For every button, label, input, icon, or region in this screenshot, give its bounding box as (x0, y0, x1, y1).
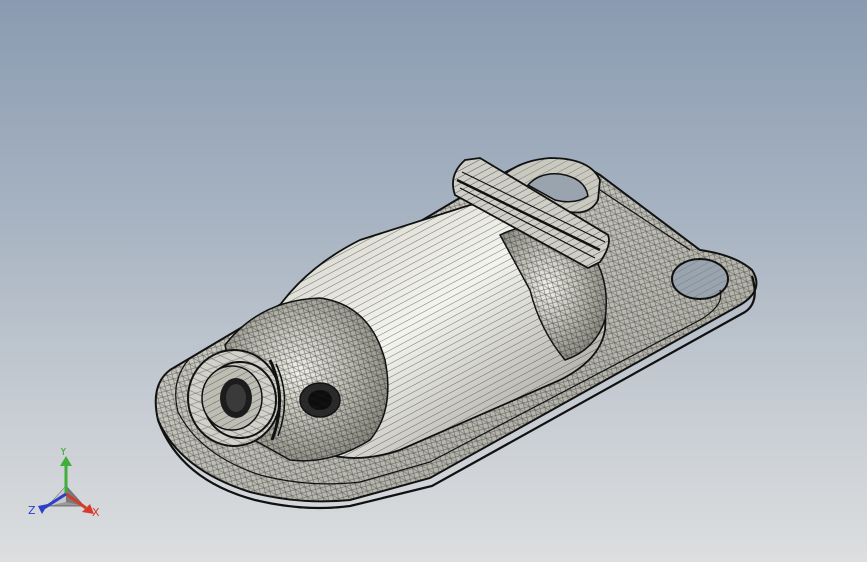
z-axis-label: Z (28, 504, 36, 517)
x-axis-label: X (92, 506, 100, 519)
graphics-viewport[interactable]: Y X Z (0, 0, 867, 562)
y-axis-arrow-icon (60, 456, 72, 494)
orientation-triad[interactable]: Y X Z (26, 448, 106, 524)
rear-mount-hole[interactable] (671, 258, 729, 300)
y-axis-label: Y (59, 448, 67, 458)
center-boss[interactable] (299, 382, 341, 418)
mesh-model[interactable] (0, 0, 867, 562)
